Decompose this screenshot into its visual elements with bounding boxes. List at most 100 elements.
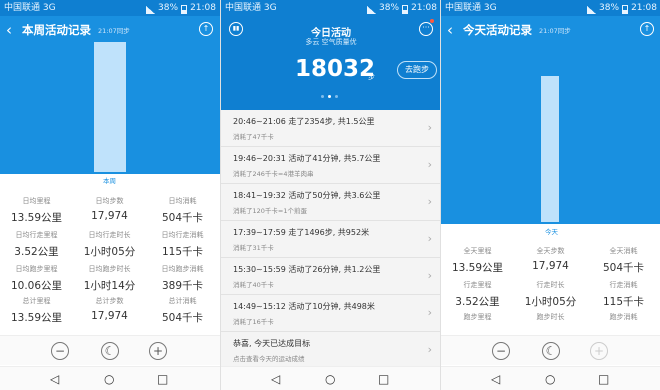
plus-button[interactable]: + [590,342,608,360]
stat-label: 日均跑步消耗 [161,265,204,273]
control-bar: − ☾ + [441,335,660,365]
item-title: 恭喜, 今天已达成目标 [233,339,311,348]
back-arrow-icon[interactable]: ‹ [6,20,12,40]
clock: 21:08 [411,3,437,13]
page-title: 本周活动记录 [22,23,91,37]
stat-label: 跑步里程 [463,313,492,321]
step-count: 18032 [295,56,376,82]
carrier-label: 中国联通 3G [445,3,497,13]
clock: 21:08 [190,3,216,13]
stat-label: 日均步数 [95,197,124,205]
bar-label: 今天 [545,228,558,236]
battery-icon [181,5,188,14]
back-icon[interactable]: ◁ [271,371,280,387]
minus-button[interactable]: − [492,342,510,360]
stat-label: 行走里程 [463,281,492,289]
battery-percent: 38% [158,3,179,13]
item-title: 15:30~15:59 活动了26分钟, 共1.2公里 [233,265,381,274]
stat-label: 总计里程 [22,297,51,305]
list-item[interactable]: 20:46~21:06 走了2354步, 共1.5公里 消耗了47千卡 › [221,110,440,147]
share-icon[interactable]: ↑ [640,22,654,36]
daily-activity-screen: 中国联通 3G 38% 21:08 ‹ 今天活动记录 21:07同步 ↑ 今天 … [440,0,660,390]
home-icon[interactable]: ○ [325,371,335,387]
stat-label: 行走时长 [536,281,565,289]
back-icon[interactable]: ◁ [491,371,500,387]
stat-value: 1小时14分 [83,280,136,292]
stat-label: 日均行走消耗 [161,231,204,239]
battery-percent: 38% [379,3,400,13]
item-subtitle: 消耗了246千卡=4港羊肉串 [233,170,314,178]
share-icon[interactable]: ↑ [199,22,213,36]
go-run-button[interactable]: 去跑步 [397,61,437,79]
signal-icon [146,6,156,14]
stat-value: 10.06公里 [10,280,63,292]
back-arrow-icon[interactable]: ‹ [447,20,453,40]
stat-value: 504千卡 [602,262,645,274]
list-item[interactable]: 18:41~19:32 活动了50分钟, 共3.6公里 消耗了120千卡=1个煎… [221,184,440,221]
home-icon[interactable]: ○ [104,371,114,387]
list-item[interactable]: 14:49~15:12 活动了10分钟, 共498米 消耗了16千卡 › [221,295,440,332]
page-title: 今天活动记录 [463,23,532,37]
signal-icon [367,6,377,14]
page-dot [335,95,338,98]
stat-value: 17,974 [91,210,128,222]
stats-grid: 全天里程 13.59公里 全天步数 17,974 全天消耗 504千卡 行走里程 3.5… [441,236,660,334]
stat-value: 13.59公里 [10,312,63,324]
recent-apps-icon[interactable]: □ [378,371,389,387]
system-nav-bar: ◁ ○ □ [221,366,440,390]
list-item[interactable]: 19:46~20:31 活动了41分钟, 共5.7公里 消耗了246千卡=4港羊… [221,147,440,184]
moon-icon[interactable]: ☾ [101,342,119,360]
weekly-activity-screen: 中国联通 3G 38% 21:08 ‹ 本周活动记录 21:07同步 ↑ 本周 … [0,0,220,390]
stat-value: 1小时05分 [83,246,136,258]
item-title: 19:46~20:31 活动了41分钟, 共5.7公里 [233,154,381,163]
item-title: 18:41~19:32 活动了50分钟, 共3.6公里 [233,191,381,200]
nav-bar: ‹ 本周活动记录 21:07同步 ↑ [0,16,220,44]
stat-value: 13.59公里 [451,262,504,274]
stat-label: 跑步消耗 [609,313,638,321]
list-item[interactable]: 17:39~17:59 走了1496步, 共952米 消耗了31千卡 › [221,221,440,258]
battery-icon [622,5,629,14]
status-bar: 中国联通 3G 38% 21:08 [221,0,440,16]
item-title: 17:39~17:59 走了1496步, 共952米 [233,228,370,237]
list-item-goal[interactable]: 恭喜, 今天已达成目标 点击查看今天的运动成绩 › [221,332,440,369]
stat-label: 日均行走时长 [88,231,131,239]
moon-icon[interactable]: ☾ [542,342,560,360]
nav-bar: ‹ 今天活动记录 21:07同步 ↑ [441,16,660,44]
stat-label: 总计消耗 [168,297,197,305]
stat-value: 115千卡 [161,246,204,258]
stat-label: 日均跑步里程 [15,265,58,273]
stat-label: 日均行走里程 [15,231,58,239]
recent-apps-icon[interactable]: □ [598,371,609,387]
step-unit: 步 [368,73,375,81]
item-subtitle: 消耗了31千卡 [233,244,274,252]
stat-value: 17,974 [532,260,569,272]
chart-bar-this-week[interactable] [94,42,126,172]
today-activity-screen: 中国联通 3G 38% 21:08 ▮▮ ··· 今日活动 多云 空气质量优 1… [220,0,440,390]
item-subtitle: 消耗了47千卡 [233,133,274,141]
weather-text: 多云 空气质量优 [305,38,357,46]
minus-button[interactable]: − [51,342,69,360]
stat-label: 日均跑步时长 [88,265,131,273]
system-nav-bar: ◁ ○ □ [441,366,660,390]
stat-value: 13.59公里 [10,212,63,224]
chevron-right-icon: › [427,232,432,245]
stat-value: 3.52公里 [455,296,500,308]
stat-label: 全天里程 [463,247,492,255]
home-icon[interactable]: ○ [545,371,555,387]
stat-label: 全天消耗 [609,247,638,255]
stat-value: 389千卡 [161,280,204,292]
stat-value: 504千卡 [161,212,204,224]
chart-bar-today[interactable] [541,76,559,222]
sync-time: 21:07同步 [98,27,130,35]
page-indicator [321,95,338,98]
stat-value: 3.52公里 [14,246,59,258]
recent-apps-icon[interactable]: □ [157,371,168,387]
back-icon[interactable]: ◁ [50,371,59,387]
page-dot-active [328,95,331,98]
list-item[interactable]: 15:30~15:59 活动了26分钟, 共1.2公里 消耗了40千卡 › [221,258,440,295]
chevron-right-icon: › [427,121,432,134]
chevron-right-icon: › [427,306,432,319]
stat-label: 全天步数 [536,247,565,255]
plus-button[interactable]: + [149,342,167,360]
chevron-right-icon: › [427,343,432,356]
